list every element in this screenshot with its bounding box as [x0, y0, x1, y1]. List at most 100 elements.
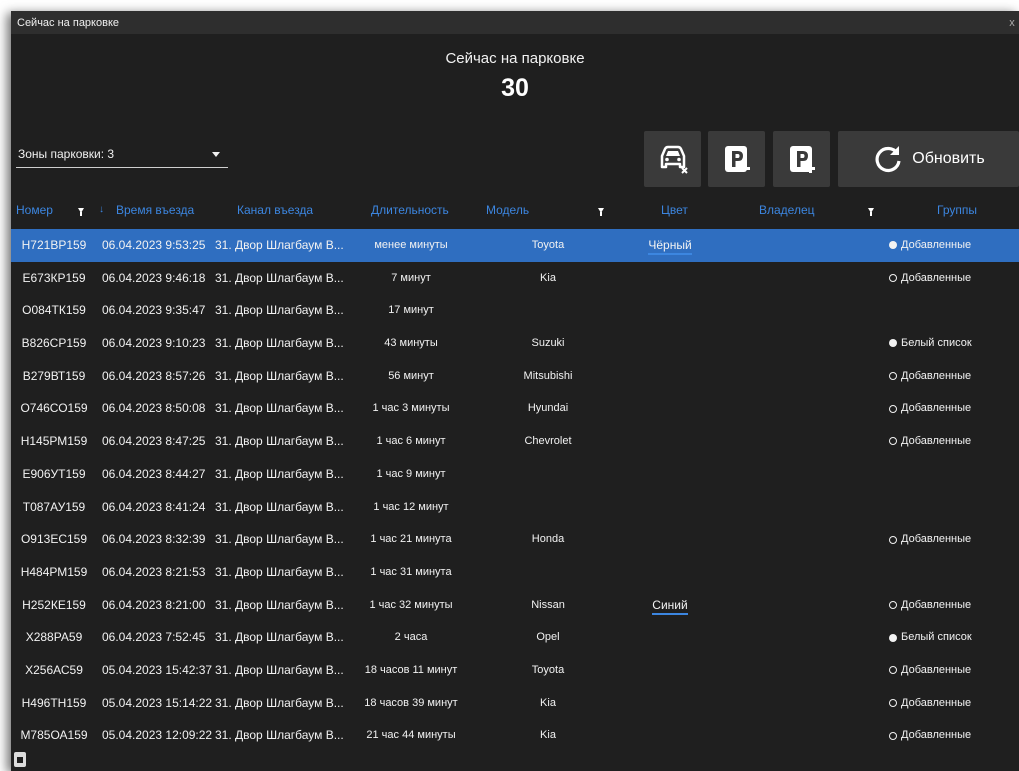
entry-time-cell: 06.04.2023 8:44:27: [102, 466, 206, 481]
group-cell: Добавленные: [889, 360, 971, 393]
duration-cell: 1 час 32 минуты: [369, 598, 453, 611]
entry-channel-cell: 31. Двор Шлагбаум В...: [215, 466, 344, 481]
color-cell: Чёрный: [635, 229, 705, 262]
hollow-circle-icon: [889, 372, 897, 381]
parking-add-button[interactable]: [773, 131, 830, 187]
table-row[interactable]: Е906УТ159 06.04.2023 8:44:27 31. Двор Шлаг…: [11, 458, 1019, 491]
filled-circle-icon: [889, 339, 897, 348]
color-cell: [635, 556, 705, 589]
duration-cell: 1 час 6 минут: [376, 435, 446, 448]
group-cell: Добавленные: [889, 523, 971, 556]
vehicle-table-body: Н721ВР159 06.04.2023 9:53:25 31. Двор Шлаг…: [11, 229, 1019, 752]
color-cell: [635, 523, 705, 556]
filled-circle-icon: [889, 633, 897, 642]
table-row[interactable]: О746СО159 06.04.2023 8:50:08 31. Двор Шлаг…: [11, 392, 1019, 425]
color-value: Синий: [652, 597, 688, 615]
group-label: Добавленные: [901, 239, 972, 251]
model-filter-icon[interactable]: [598, 208, 604, 216]
parking-remove-button[interactable]: [708, 131, 765, 187]
column-header-entry-time[interactable]: Время въезда: [116, 203, 194, 217]
hollow-circle-icon: [889, 404, 897, 413]
table-row[interactable]: Н145РМ159 06.04.2023 8:47:25 31. Двор Шлаг…: [11, 425, 1019, 458]
parking-zone-dropdown[interactable]: Зоны парковки: 3: [16, 141, 228, 168]
group-label: Добавленные: [901, 271, 972, 284]
hollow-circle-icon: [889, 274, 897, 283]
group-label: Добавленные: [901, 402, 972, 415]
group-cell: Добавленные: [889, 392, 971, 425]
group-label: Белый список: [901, 337, 972, 350]
entry-channel-cell: 31. Двор Шлагбаум В...: [215, 728, 344, 743]
table-row[interactable]: Х256АС59 05.04.2023 15:42:37 31. Двор Шлаг…: [11, 654, 1019, 687]
table-row[interactable]: Х288РА59 06.04.2023 7:52:45 31. Двор Шлагб…: [11, 621, 1019, 654]
entry-channel-cell: 31. Двор Шлагбаум В...: [215, 662, 344, 677]
table-row[interactable]: Е673КР159 06.04.2023 9:46:18 31. Двор Шлаг…: [11, 262, 1019, 295]
car-remove-icon: [660, 145, 688, 174]
plate-cell: Н721ВР159: [21, 238, 87, 252]
color-cell: [635, 458, 705, 491]
table-row[interactable]: Н484РМ159 06.04.2023 8:21:53 31. Двор Шлаг…: [11, 556, 1019, 589]
close-button[interactable]: x: [1005, 17, 1019, 29]
group-label: Добавленные: [901, 533, 972, 546]
table-row[interactable]: Т087АУ159 06.04.2023 8:41:24 31. Двор Шлаг…: [11, 491, 1019, 524]
table-row[interactable]: В826СР159 06.04.2023 9:10:23 31. Двор Шлаг…: [11, 327, 1019, 360]
entry-channel-cell: 31. Двор Шлагбаум В...: [215, 303, 344, 318]
entry-time-cell: 06.04.2023 8:21:53: [102, 564, 206, 579]
export-file-icon[interactable]: [14, 752, 26, 767]
page-header: Сейчас на парковке 30: [11, 50, 1019, 103]
plate-cell: Н484РМ159: [20, 564, 88, 579]
table-row[interactable]: О084ТК159 06.04.2023 9:35:47 31. Двор Шлаг…: [11, 294, 1019, 327]
table-row[interactable]: Н252КЕ159 06.04.2023 8:21:00 31. Двор Шлаг…: [11, 589, 1019, 622]
parking-minus-icon: [724, 146, 750, 172]
column-header-model[interactable]: Модель: [486, 203, 529, 217]
plate-cell: В279ВТ159: [22, 368, 86, 383]
title-bar: Сейчас на парковке x: [11, 11, 1019, 34]
plate-cell: Е906УТ159: [22, 466, 86, 481]
refresh-button[interactable]: Обновить: [838, 131, 1019, 187]
plate-cell: М785ОА159: [20, 728, 88, 743]
owner-filter-icon[interactable]: [868, 208, 874, 216]
model-cell: Toyota: [531, 239, 565, 251]
table-row[interactable]: Н721ВР159 06.04.2023 9:53:25 31. Двор Шлаг…: [11, 229, 1019, 262]
table-row[interactable]: Н496ТН159 05.04.2023 15:14:22 31. Двор Шла…: [11, 687, 1019, 720]
sort-desc-icon[interactable]: ↓: [99, 204, 104, 215]
group-label: Добавленные: [901, 435, 972, 448]
table-row[interactable]: В279ВТ159 06.04.2023 8:57:26 31. Двор Шлаг…: [11, 360, 1019, 393]
column-header-duration[interactable]: Длительность: [371, 203, 449, 217]
entry-time-cell: 06.04.2023 9:53:25: [102, 238, 206, 252]
entry-time-cell: 06.04.2023 9:35:47: [102, 303, 206, 318]
duration-cell: 1 час 21 минута: [370, 533, 452, 546]
entry-channel-cell: 31. Двор Шлагбаум В...: [215, 368, 344, 383]
column-header-color[interactable]: Цвет: [661, 203, 688, 217]
entry-channel-cell: 31. Двор Шлагбаум В...: [215, 695, 344, 710]
refresh-icon: [875, 146, 901, 173]
plate-cell: О913ЕС159: [20, 532, 88, 547]
group-cell: Белый список: [889, 327, 972, 360]
group-cell: Добавленные: [889, 262, 971, 295]
entry-channel-cell: 31. Двор Шлагбаум В...: [215, 434, 344, 449]
column-header-plate[interactable]: Номер: [16, 203, 53, 217]
model-cell: Kia: [540, 696, 556, 709]
page-title: Сейчас на парковке: [445, 50, 585, 67]
plate-filter-icon[interactable]: [78, 208, 84, 216]
column-header-owner[interactable]: Владелец: [759, 203, 815, 217]
entry-channel-cell: 31. Двор Шлагбаум В...: [215, 532, 344, 547]
entry-time-cell: 06.04.2023 8:50:08: [102, 401, 206, 416]
column-header-entry-channel[interactable]: Канал въезда: [237, 203, 313, 217]
group-label: Добавленные: [901, 696, 972, 709]
table-row[interactable]: М785ОА159 05.04.2023 12:09:22 31. Двор Шла…: [11, 719, 1019, 752]
model-cell: Toyota: [531, 663, 565, 676]
entry-channel-cell: 31. Двор Шлагбаум В...: [215, 630, 344, 645]
column-header-groups[interactable]: Группы: [937, 203, 977, 217]
color-cell: [635, 425, 705, 458]
plate-cell: Х288РА59: [25, 630, 83, 645]
model-cell: Opel: [536, 631, 560, 644]
group-cell: Белый список: [889, 621, 972, 654]
hollow-circle-icon: [889, 437, 897, 446]
model-cell: Nissan: [531, 598, 565, 611]
entry-channel-cell: 31. Двор Шлагбаум В...: [215, 336, 344, 351]
plate-cell: Т087АУ159: [22, 499, 86, 514]
table-row[interactable]: О913ЕС159 06.04.2023 8:32:39 31. Двор Шлаг…: [11, 523, 1019, 556]
entry-channel-cell: 31. Двор Шлагбаум В...: [215, 401, 344, 416]
plate-cell: О746СО159: [20, 401, 88, 416]
remove-car-button[interactable]: [644, 131, 701, 187]
